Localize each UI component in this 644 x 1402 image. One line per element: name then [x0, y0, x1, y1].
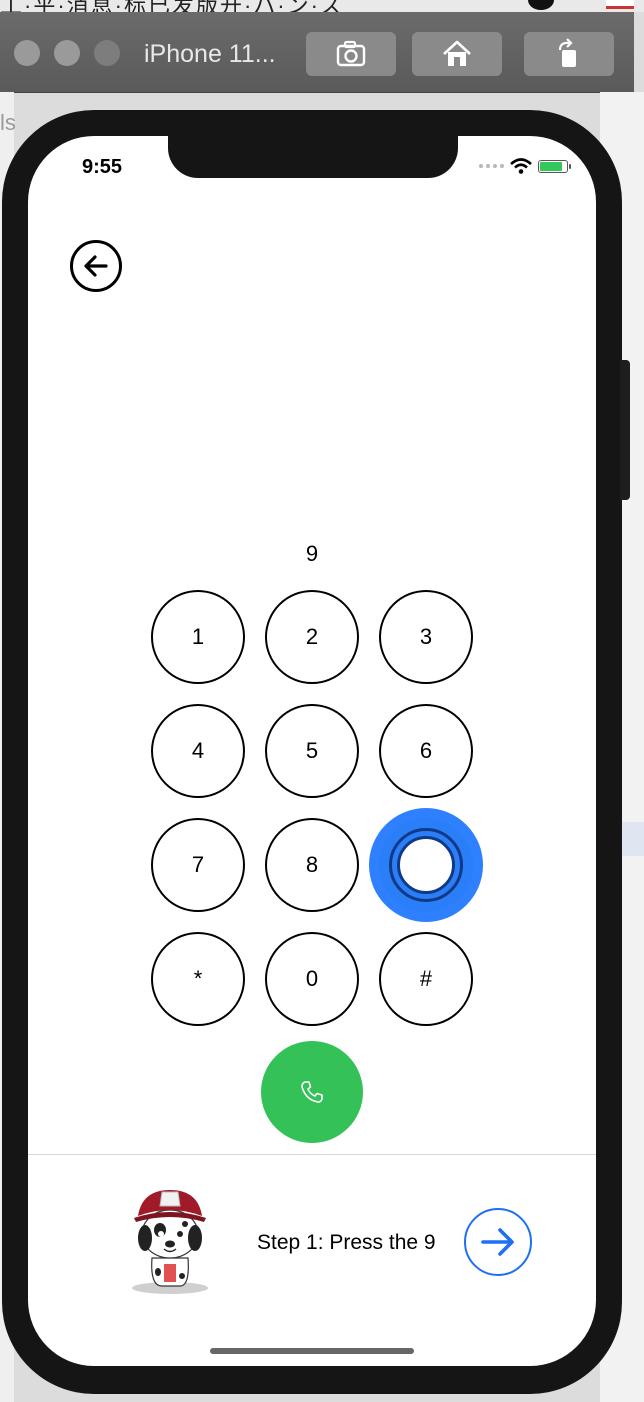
next-button[interactable]	[464, 1208, 532, 1276]
key-label: 4	[191, 738, 205, 763]
arrow-left-icon	[84, 255, 108, 277]
key-hash[interactable]: #	[379, 932, 473, 1026]
key-0[interactable]: 0	[265, 932, 359, 1026]
zoom-window-button[interactable]	[94, 40, 120, 66]
notch	[168, 136, 458, 178]
status-icons	[479, 158, 571, 174]
key-label: 7	[191, 852, 205, 877]
key-5[interactable]: 5	[265, 704, 359, 798]
close-window-button[interactable]	[14, 40, 40, 66]
side-button	[620, 360, 630, 500]
menubar-fragment: 工·平·消息·标已发版开·ハ·ン·ズ	[0, 0, 344, 12]
key-4[interactable]: 4	[151, 704, 245, 798]
key-1[interactable]: 1	[151, 590, 245, 684]
macos-menubar: 工·平·消息·标已发版开·ハ·ン·ズ	[0, 0, 644, 12]
dalmatian-firefighter-mascot	[132, 1190, 208, 1294]
highlight-center	[397, 836, 455, 894]
key-label: #	[419, 966, 433, 991]
key-3[interactable]: 3	[379, 590, 473, 684]
dialed-number: 9	[305, 541, 319, 566]
highlight-ring	[389, 828, 463, 902]
key-label: 8	[305, 852, 319, 877]
key-label: *	[193, 966, 203, 991]
phone-screen: 9:55 9 1 2 3 4 5 6 7 8 * 0 # Step 1: Pre…	[28, 136, 596, 1366]
key-label: 1	[191, 624, 205, 649]
key-label: 3	[419, 624, 433, 649]
screenshot-button[interactable]	[306, 32, 396, 76]
key-label: 6	[419, 738, 433, 763]
call-button[interactable]	[261, 1041, 363, 1143]
key-label: 5	[305, 738, 319, 763]
key-2[interactable]: 2	[265, 590, 359, 684]
back-button[interactable]	[70, 240, 122, 292]
key-star[interactable]: *	[151, 932, 245, 1026]
window-title: iPhone 11...	[144, 40, 276, 68]
home-indicator	[210, 1348, 414, 1354]
breadcrumb: ls	[0, 110, 16, 135]
key-label: 0	[305, 966, 319, 991]
status-time: 9:55	[82, 156, 123, 178]
phone-icon	[301, 1081, 323, 1103]
key-6[interactable]: 6	[379, 704, 473, 798]
rotate-button[interactable]	[524, 32, 614, 76]
minimize-window-button[interactable]	[54, 40, 80, 66]
battery-icon	[538, 159, 571, 173]
home-icon	[443, 40, 471, 66]
simulator-titlebar: iPhone 11...	[0, 12, 634, 93]
battery-level	[540, 161, 563, 171]
rotate-icon	[558, 38, 576, 67]
cellular-signal-icon	[479, 164, 504, 168]
wifi-icon	[510, 158, 532, 174]
key-7[interactable]: 7	[151, 818, 245, 912]
menubar-status-icon	[528, 0, 554, 10]
flag-icon	[606, 0, 634, 9]
divider	[28, 1154, 596, 1155]
key-8[interactable]: 8	[265, 818, 359, 912]
key-label: 2	[305, 624, 319, 649]
instruction-text: Step 1: Press the 9	[257, 1231, 436, 1254]
home-button[interactable]	[412, 32, 502, 76]
key-9-highlighted[interactable]	[379, 818, 473, 912]
arrow-right-icon	[481, 1228, 514, 1256]
camera-icon	[336, 40, 366, 67]
